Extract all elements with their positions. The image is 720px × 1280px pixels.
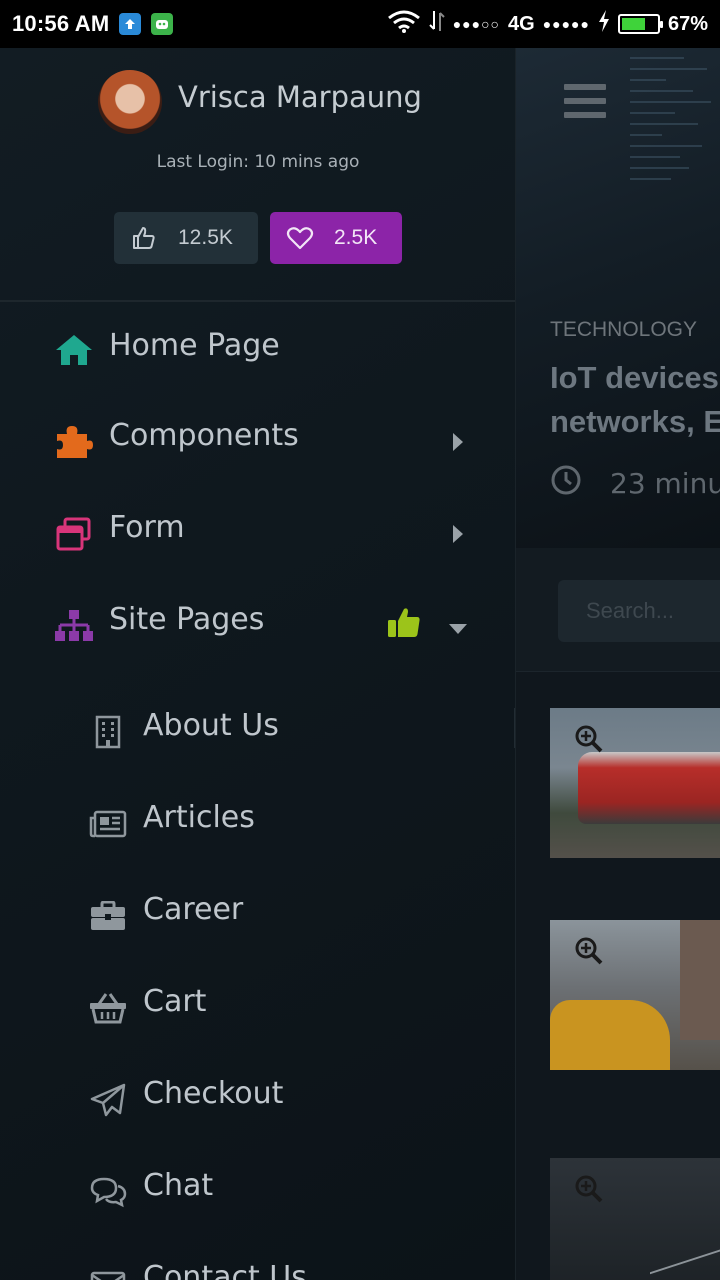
home-icon	[54, 330, 94, 370]
submenu-item-label: Contact Us	[143, 1260, 307, 1280]
site-pages-submenu: About Us Articles Career Cart Checkout C…	[0, 684, 515, 1280]
submenu-item-label: Articles	[143, 800, 255, 835]
drawer-menu: Home Page Components Form Site Pages Abo…	[0, 304, 515, 1280]
menu-item-form[interactable]: Form	[0, 488, 515, 580]
briefcase-icon	[88, 896, 128, 936]
battery-icon	[617, 14, 663, 34]
likes-button[interactable]: 12.5K	[114, 212, 258, 264]
data-transfer-icon	[429, 9, 445, 39]
status-time: 10:56 AM	[12, 11, 110, 36]
submenu-item-checkout[interactable]: Checkout	[0, 1052, 515, 1144]
article-thumbnail[interactable]	[550, 708, 720, 858]
signal-1-icon: ●●●○○	[452, 16, 500, 32]
menu-item-components[interactable]: Components	[0, 396, 515, 488]
building-image	[680, 920, 720, 1040]
loves-button[interactable]: 2.5K	[270, 212, 402, 264]
submenu-item-contact-us[interactable]: Contact Us	[0, 1236, 515, 1280]
search-bar	[516, 548, 720, 672]
search-input[interactable]	[558, 580, 720, 642]
status-bar: 10:56 AM ●●●○○ 4G ●●●●● 67%	[0, 0, 720, 48]
zoom-in-icon[interactable]	[574, 1174, 604, 1208]
clock-icon	[550, 464, 582, 503]
profile-header: Vrisca Marpaung Last Login: 10 mins ago …	[0, 48, 515, 302]
paper-plane-icon	[88, 1080, 128, 1120]
envelope-icon	[88, 1264, 128, 1280]
menu-item-site-pages[interactable]: Site Pages	[0, 580, 515, 672]
submenu-item-chat[interactable]: Chat	[0, 1144, 515, 1236]
comments-icon	[88, 1172, 128, 1212]
hero-category: TECHNOLOGY	[550, 318, 698, 341]
app-notification-icon	[151, 13, 174, 35]
signal-2-icon: ●●●●●	[542, 16, 590, 32]
hero-time-text: 23 minu	[610, 467, 720, 500]
avatar[interactable]	[98, 70, 162, 134]
hero-timestamp: 23 minu	[550, 464, 720, 503]
building-icon	[88, 712, 128, 752]
article-thumbnail[interactable]	[550, 1158, 720, 1280]
menu-item-home-page[interactable]: Home Page	[0, 304, 515, 396]
zoom-in-icon[interactable]	[574, 936, 604, 970]
menu-toggle-button[interactable]	[564, 84, 606, 126]
submenu-item-label: Chat	[143, 1168, 214, 1203]
thumbs-up-icon	[122, 225, 166, 251]
loves-count: 2.5K	[334, 226, 378, 249]
menu-item-label: Home Page	[109, 328, 280, 363]
train-image	[578, 752, 720, 824]
heart-icon	[278, 226, 322, 250]
submenu-item-cart[interactable]: Cart	[0, 960, 515, 1052]
hero-banner[interactable]: TECHNOLOGY IoT devices networks, E 23 mi…	[516, 48, 720, 548]
main-content: TECHNOLOGY IoT devices networks, E 23 mi…	[516, 48, 720, 1280]
caret-right-icon[interactable]	[452, 525, 464, 547]
article-thumbnail[interactable]	[550, 920, 720, 1070]
caret-right-icon[interactable]	[452, 433, 464, 455]
navigation-drawer: Vrisca Marpaung Last Login: 10 mins ago …	[0, 48, 516, 1280]
taxi-image	[550, 1000, 670, 1070]
hero-title[interactable]: IoT devices networks, E	[550, 356, 720, 444]
puzzle-icon	[54, 422, 94, 462]
submenu-item-label: About Us	[143, 708, 279, 743]
thumbs-up-badge-icon	[386, 604, 422, 644]
submenu-item-label: Career	[143, 892, 244, 927]
last-login: Last Login: 10 mins ago	[156, 152, 360, 172]
submenu-item-label: Cart	[143, 984, 207, 1019]
battery-percent: 67%	[667, 12, 708, 35]
submenu-item-articles[interactable]: Articles	[0, 776, 515, 868]
basket-icon	[88, 988, 128, 1028]
menu-item-label: Form	[109, 510, 185, 545]
network-type: 4G	[508, 12, 535, 35]
submenu-item-career[interactable]: Career	[0, 868, 515, 960]
zoom-in-icon[interactable]	[574, 724, 604, 758]
wifi-icon	[387, 9, 421, 39]
submenu-item-about-us[interactable]: About Us	[0, 684, 515, 776]
caret-down-icon[interactable]	[449, 620, 467, 639]
charging-icon	[598, 10, 610, 38]
sitemap-icon	[54, 606, 94, 646]
likes-count: 12.5K	[178, 226, 233, 249]
menu-item-label: Site Pages	[109, 602, 265, 637]
menu-item-label: Components	[109, 418, 299, 453]
upload-notification-icon	[119, 13, 142, 35]
stock-chart-image	[650, 1181, 720, 1275]
newspaper-icon	[88, 804, 128, 844]
window-restore-icon	[54, 514, 94, 554]
submenu-item-label: Checkout	[143, 1076, 284, 1111]
user-name: Vrisca Marpaung	[178, 80, 422, 114]
